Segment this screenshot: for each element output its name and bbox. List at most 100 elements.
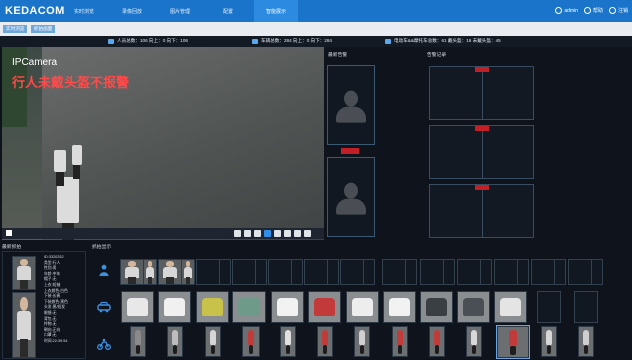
bike-capture-thumb[interactable]: [541, 326, 557, 357]
stats-bar: 人员总数：106 向上：0 向下：106 车辆总数：284 向上：0 向下：28…: [0, 36, 632, 47]
capture-face-image[interactable]: [12, 256, 36, 290]
nav-config[interactable]: 配置: [206, 0, 250, 22]
nav-playback[interactable]: 录像回放: [110, 0, 154, 22]
person-placeholder-icon: [336, 182, 366, 215]
empty-capture-slot: [219, 259, 231, 285]
user-menu[interactable]: admin: [555, 7, 578, 15]
bike-capture-thumb[interactable]: [317, 326, 333, 357]
pedestrian-figure: [72, 145, 82, 179]
logout-icon: [608, 7, 616, 15]
top-bar: KEDACOM 实时浏览 录像回放 图片管理 配置 智能展示 admin 帮助 …: [0, 0, 632, 22]
pedestrian-figure: [54, 150, 66, 186]
vehicle-capture-thumb[interactable]: [383, 291, 416, 323]
vehicle-capture-thumb[interactable]: [457, 291, 490, 323]
nonmotor-stat: 电动车&&摩托车总数：61 戴头盔：16 未戴头盔：45: [385, 38, 501, 44]
vehicle-capture-thumb[interactable]: [196, 291, 229, 323]
empty-capture-slot: [304, 259, 328, 285]
empty-capture-slot: [340, 259, 364, 285]
empty-capture-slot: [291, 259, 303, 285]
vehicle-capture-thumb[interactable]: [232, 291, 266, 323]
person-capture-thumb[interactable]: [158, 259, 182, 285]
bike-capture-thumb[interactable]: [354, 326, 370, 357]
empty-capture-slot: [457, 259, 481, 285]
motorbike-icon[interactable]: [97, 338, 111, 350]
vehicle-capture-thumb[interactable]: [494, 291, 527, 323]
zoom-icon[interactable]: [284, 230, 291, 237]
help-icon: [583, 7, 591, 15]
empty-capture-slot: [327, 259, 339, 285]
empty-capture-slot: [554, 259, 566, 285]
latest-capture-title: 最新抓拍: [2, 245, 22, 250]
logout-button[interactable]: 注销: [608, 7, 628, 15]
fullscreen-icon[interactable]: [304, 230, 311, 237]
latest-alarm-title: 最新告警: [328, 53, 348, 58]
person-icon[interactable]: [97, 264, 111, 276]
tab-capture[interactable]: 抓拍画面: [31, 25, 56, 33]
bike-capture-thumb[interactable]: [578, 326, 594, 357]
empty-capture-slot: [255, 259, 267, 285]
person-placeholder-icon: [336, 90, 366, 123]
bike-capture-thumb[interactable]: [242, 326, 260, 357]
camera-icon[interactable]: [274, 230, 281, 237]
bike-capture-thumb[interactable]: [429, 326, 445, 357]
delete-icon[interactable]: [234, 230, 241, 237]
vehicle-capture-thumb[interactable]: [121, 291, 154, 323]
person-capture-thumb[interactable]: [181, 259, 195, 285]
empty-capture-slot: [517, 259, 529, 285]
empty-capture-slot: [494, 259, 518, 285]
alarm-record-slot[interactable]: [429, 125, 534, 179]
vehicle-capture-thumb[interactable]: [346, 291, 379, 323]
ptz-icon[interactable]: [294, 230, 301, 237]
vehicle-capture-thumb[interactable]: [271, 291, 304, 323]
main-nav: 实时浏览 录像回放 图片管理 配置 智能展示: [52, 0, 298, 22]
vehicle-capture-thumb[interactable]: [420, 291, 453, 323]
bike-capture-thumb[interactable]: [280, 326, 296, 357]
user-area: admin 帮助 注销: [555, 7, 628, 15]
bike-capture-thumb[interactable]: [466, 326, 482, 357]
bike-capture-thumb[interactable]: [130, 326, 146, 357]
empty-capture-slot: [268, 259, 292, 285]
alarm-record-slot[interactable]: [429, 184, 534, 238]
people-stat: 人员总数：106 向上：0 向下：106: [108, 38, 188, 44]
snapshot-icon[interactable]: [244, 230, 251, 237]
empty-capture-slot: [382, 259, 406, 285]
alarm-tag: [341, 148, 359, 154]
nav-picture-management[interactable]: 图片管理: [158, 0, 202, 22]
user-icon: [555, 7, 563, 15]
alarm-face-slot[interactable]: [327, 65, 375, 145]
stop-icon[interactable]: [6, 230, 12, 236]
person-capture-thumb[interactable]: [120, 259, 144, 285]
empty-capture-slot: [363, 259, 375, 285]
empty-capture-slot: [405, 259, 417, 285]
overlay-icon[interactable]: [264, 230, 271, 237]
capture-body-image[interactable]: [12, 292, 36, 358]
empty-capture-slot: [537, 291, 561, 323]
empty-capture-slot: [196, 259, 220, 285]
alarm-record-slot[interactable]: [429, 66, 534, 120]
vehicle-stat: 车辆总数：284 向上：0 向下：284: [252, 38, 332, 44]
alert-overlay-text: 行人未戴头盔不报警: [12, 76, 130, 91]
bike-capture-thumb[interactable]: [167, 326, 183, 357]
empty-capture-slot: [531, 259, 555, 285]
alarm-records-title: 告警记录: [427, 53, 447, 58]
empty-capture-slot: [480, 259, 492, 285]
bike-capture-thumb[interactable]: [205, 326, 221, 357]
capture-info: ID:3320252 类型:行人 性别:男 年龄:中年 帽子:无 上衣:短袖 上…: [44, 255, 68, 343]
person-count-icon: [108, 38, 114, 44]
help-button[interactable]: 帮助: [583, 7, 603, 15]
record-icon[interactable]: [254, 230, 261, 237]
nav-smart-display[interactable]: 智能展示: [254, 0, 298, 22]
bike-capture-thumb[interactable]: [496, 325, 530, 359]
alarm-face-slot[interactable]: [327, 157, 375, 237]
car-icon[interactable]: [97, 301, 111, 313]
empty-capture-slot: [232, 259, 256, 285]
vehicle-capture-thumb[interactable]: [308, 291, 341, 323]
person-capture-thumb[interactable]: [143, 259, 157, 285]
vehicle-capture-thumb[interactable]: [158, 291, 191, 323]
bike-capture-thumb[interactable]: [392, 326, 408, 357]
camera-label: IPCamera: [12, 57, 58, 68]
tab-live-view[interactable]: 实时浏览: [3, 25, 28, 33]
live-video[interactable]: IPCamera 行人未戴头盔不报警: [2, 47, 324, 240]
nav-live-view[interactable]: 实时浏览: [62, 0, 106, 22]
sub-tab-bar: 实时浏览 抓拍画面: [0, 22, 632, 36]
